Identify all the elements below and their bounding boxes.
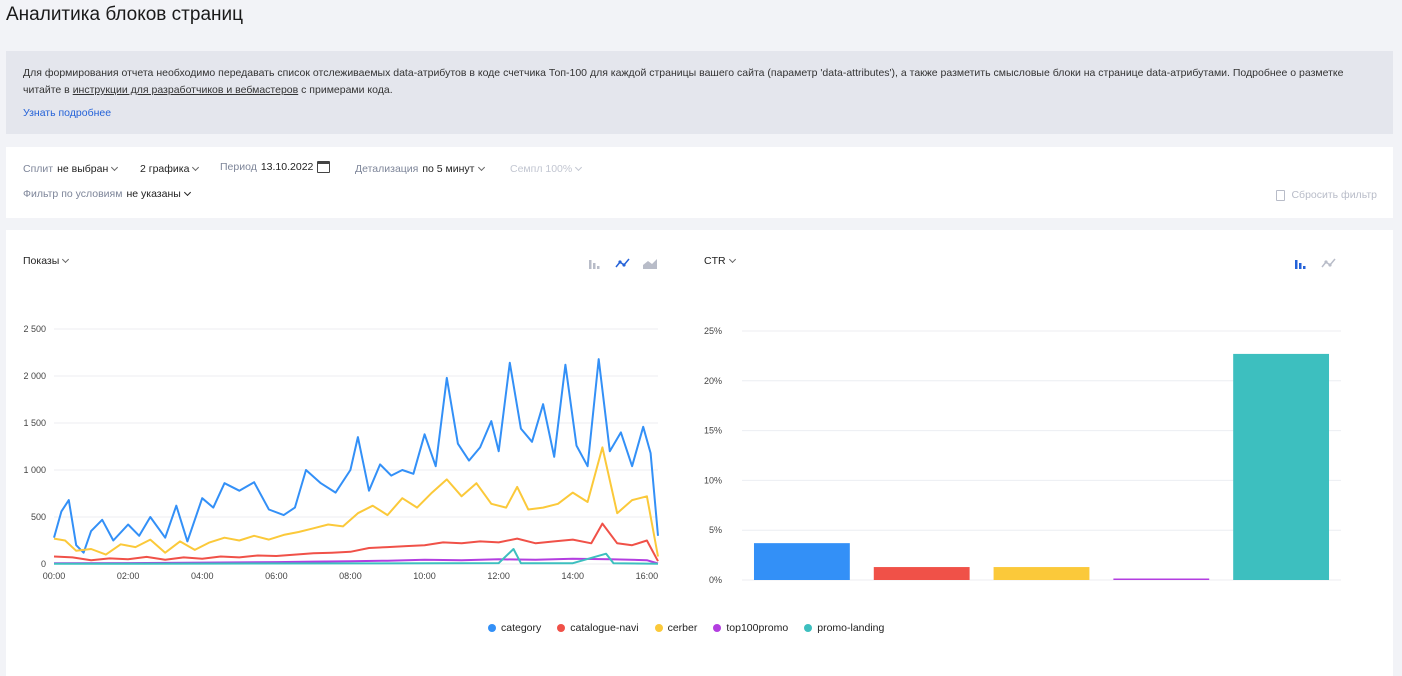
series-line-category (53, 358, 659, 554)
dev-instructions-link[interactable]: инструкции для разработчиков и вебмастер… (73, 84, 299, 96)
bar-category (753, 543, 850, 580)
bar-cerber (993, 567, 1090, 580)
y-tick-label: 500 (31, 512, 46, 522)
condition-label: Фильтр по условиям (23, 188, 123, 200)
notice-text: Для формирования отчета необходимо перед… (23, 65, 1375, 99)
y-tick-label: 25% (704, 326, 722, 336)
notice-text-part2: с примерами кода. (298, 84, 393, 96)
period-picker[interactable]: Период 13.10.2022 (220, 161, 331, 173)
legend-item-category[interactable]: category (488, 622, 541, 634)
x-tick-label: 10:00 (413, 571, 436, 581)
ctr-bar-chart: 0% 5% 10% 15% 20% 25% (704, 326, 1341, 585)
y-tick-label: 2 000 (23, 371, 46, 381)
bar-promo-landing (1233, 353, 1330, 580)
split-value: не выбран (57, 163, 109, 175)
detail-select[interactable]: Детализация по 5 минут (355, 163, 485, 175)
y-tick-label: 20% (704, 376, 722, 386)
chevron-down-icon (575, 163, 583, 172)
x-tick-label: 08:00 (339, 571, 362, 581)
info-notice: Для формирования отчета необходимо перед… (6, 51, 1393, 134)
x-tick-label: 00:00 (43, 571, 66, 581)
legend-label: cerber (667, 622, 698, 634)
legend-dot (804, 624, 813, 632)
learn-more-link[interactable]: Узнать подробнее (23, 107, 111, 119)
bar-catalogue-navi (873, 567, 970, 580)
x-tick-label: 16:00 (636, 571, 659, 581)
reset-filter-button[interactable]: Сбросить фильтр (1276, 189, 1377, 201)
split-label: Сплит (23, 163, 54, 175)
legend-item-promo-landing[interactable]: promo-landing (804, 622, 884, 634)
charts-panel: Показы 0 500 1 000 1 500 2 000 2 500 00:00 02:0… (6, 230, 1393, 676)
legend-dot (557, 624, 566, 632)
legend-item-top100promo[interactable]: top100promo (713, 622, 788, 634)
split-select[interactable]: Сплит не выбран (23, 163, 119, 175)
legend-label: category (501, 622, 542, 634)
legend-item-cerber[interactable]: cerber (654, 622, 698, 634)
y-tick-label: 0% (709, 575, 722, 585)
chevron-down-icon (111, 163, 119, 172)
chevron-down-icon (183, 188, 191, 197)
graphs-value: 2 графика (140, 163, 190, 175)
y-tick-label: 5% (709, 525, 722, 535)
x-tick-label: 06:00 (265, 571, 288, 581)
legend-item-catalogue-navi[interactable]: catalogue-navi (557, 622, 639, 634)
condition-value: не указаны (126, 188, 181, 200)
legend-dot (713, 624, 722, 632)
impressions-line-chart: 0 500 1 000 1 500 2 000 2 500 00:00 02:00 04:00 0… (23, 324, 659, 581)
sample-select[interactable]: Семпл 100% (510, 163, 583, 175)
page-title: Аналитика блоков страниц (6, 4, 244, 25)
detail-value: по 5 минут (422, 163, 475, 175)
detail-label: Детализация (355, 163, 419, 175)
chevron-down-icon (477, 163, 485, 172)
y-tick-label: 1 500 (23, 418, 46, 428)
trash-icon (1276, 189, 1286, 201)
legend-label: catalogue-navi (570, 622, 639, 634)
sample-label: Семпл 100% (510, 163, 573, 175)
legend-dot (654, 624, 663, 632)
condition-filter-select[interactable]: Фильтр по условиям не указаны (23, 188, 191, 200)
x-tick-label: 12:00 (487, 571, 510, 581)
legend-label: top100promo (726, 622, 789, 634)
filters-panel: Сплит не выбран 2 графика Период 13.10.2… (6, 147, 1393, 218)
bar-top100promo (1113, 578, 1210, 580)
y-tick-label: 0 (41, 559, 46, 569)
period-label: Период (220, 161, 257, 173)
period-value: 13.10.2022 (260, 161, 314, 173)
y-tick-label: 1 000 (23, 465, 46, 475)
chevron-down-icon (192, 163, 200, 172)
chart-legend: category catalogue-navi cerber top100promo p… (488, 622, 884, 634)
calendar-icon (317, 161, 331, 173)
graphs-select[interactable]: 2 графика (140, 163, 200, 175)
x-tick-label: 14:00 (562, 571, 585, 581)
y-tick-label: 2 500 (23, 324, 46, 334)
y-tick-label: 15% (704, 426, 722, 436)
reset-filter-label: Сбросить фильтр (1291, 189, 1377, 201)
legend-label: promo-landing (817, 622, 885, 634)
x-tick-label: 02:00 (117, 571, 140, 581)
legend-dot (488, 624, 496, 632)
y-tick-label: 10% (704, 475, 722, 485)
x-tick-label: 04:00 (191, 571, 214, 581)
